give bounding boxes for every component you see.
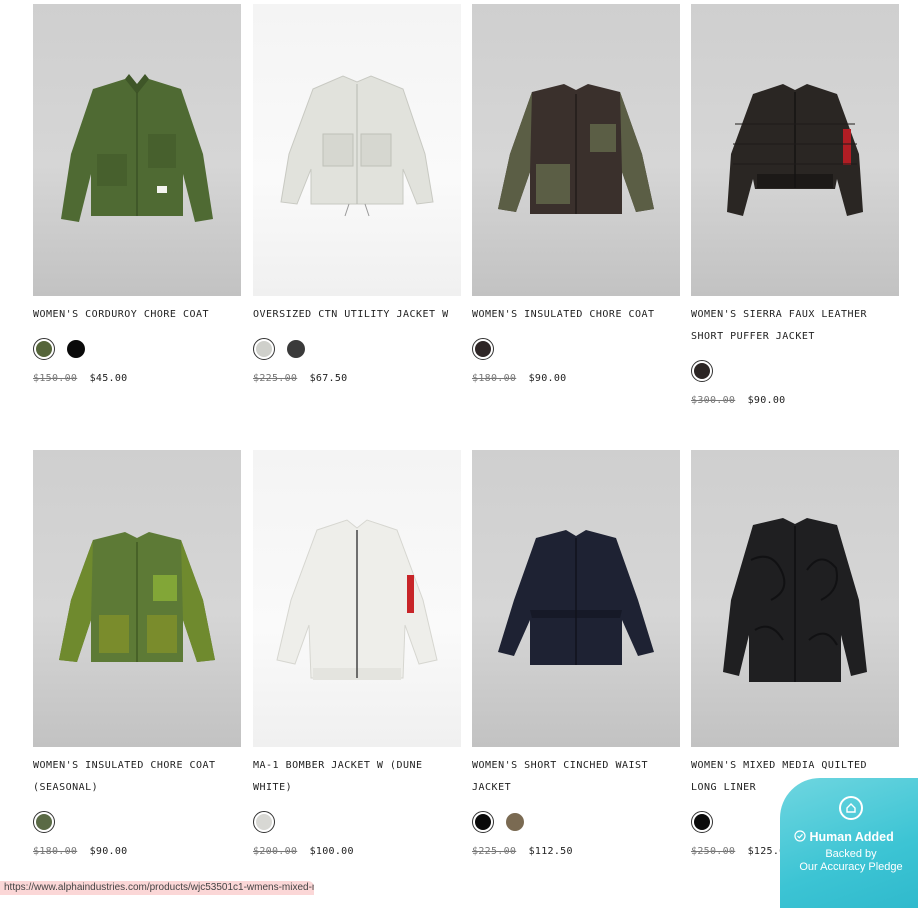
- product-title[interactable]: WOMEN'S SHORT CINCHED WAIST JACKET: [472, 755, 680, 799]
- jacket-illustration: [723, 518, 867, 682]
- product-image[interactable]: [253, 4, 461, 296]
- original-price: $225.00: [472, 846, 517, 857]
- original-price: $180.00: [472, 373, 517, 384]
- product-card[interactable]: WOMEN'S SHORT CINCHED WAIST JACKET $225.…: [472, 450, 680, 857]
- sale-price: $90.00: [528, 373, 567, 384]
- jacket-illustration: [59, 532, 215, 662]
- color-swatch-brown[interactable]: [506, 813, 524, 831]
- original-price: $180.00: [33, 846, 78, 857]
- product-title[interactable]: WOMEN'S SIERRA FAUX LEATHER SHORT PUFFER…: [691, 304, 899, 348]
- badge-title-text: Human Added: [809, 830, 894, 844]
- product-image[interactable]: [691, 450, 899, 747]
- product-price: $200.00 $100.00: [253, 846, 461, 857]
- product-title[interactable]: WOMEN'S INSULATED CHORE COAT: [472, 304, 680, 326]
- color-swatch-dune-white[interactable]: [253, 811, 275, 833]
- color-swatch-charcoal[interactable]: [287, 340, 305, 358]
- sale-price: $90.00: [89, 846, 128, 857]
- product-title[interactable]: MA-1 BOMBER JACKET W (DUNE WHITE): [253, 755, 461, 799]
- product-card[interactable]: WOMEN'S INSULATED CHORE COAT (SEASONAL) …: [33, 450, 241, 857]
- sale-price: $67.50: [309, 373, 348, 384]
- product-price: $150.00 $45.00: [33, 373, 241, 384]
- original-price: $225.00: [253, 373, 298, 384]
- color-swatch-olive[interactable]: [33, 811, 55, 833]
- color-swatches: [253, 337, 461, 361]
- product-price: $180.00 $90.00: [33, 846, 241, 857]
- product-image[interactable]: [33, 450, 241, 747]
- product-image[interactable]: [33, 4, 241, 296]
- original-price: $300.00: [691, 395, 736, 406]
- product-price: $225.00 $67.50: [253, 373, 461, 384]
- product-title[interactable]: WOMEN'S CORDUROY CHORE COAT: [33, 304, 241, 326]
- original-price: $200.00: [253, 846, 298, 857]
- jacket-illustration: [498, 530, 654, 665]
- product-price: $300.00 $90.00: [691, 395, 899, 406]
- jacket-illustration: [727, 84, 863, 216]
- home-icon: [839, 796, 863, 820]
- check-circle-icon: [794, 830, 809, 844]
- color-swatches: [472, 337, 680, 361]
- color-swatch-black[interactable]: [691, 360, 713, 382]
- jacket-illustration: [61, 74, 213, 222]
- jacket-illustration: [498, 84, 654, 214]
- color-swatch-black[interactable]: [67, 340, 85, 358]
- badge-subtitle-line1: Backed by: [825, 848, 877, 860]
- product-price: $225.00 $112.50: [472, 846, 680, 857]
- color-swatches: [253, 810, 461, 834]
- product-title[interactable]: OVERSIZED CTN UTILITY JACKET W: [253, 304, 461, 326]
- sale-price: $100.00: [309, 846, 354, 857]
- color-swatches: [691, 359, 899, 383]
- status-bar-url: https://www.alphaindustries.com/products…: [0, 881, 314, 895]
- product-card[interactable]: WOMEN'S INSULATED CHORE COAT $180.00 $90…: [472, 4, 680, 384]
- color-swatches: [33, 810, 241, 834]
- sale-price: $112.50: [528, 846, 573, 857]
- product-image[interactable]: [253, 450, 461, 747]
- product-image[interactable]: [472, 4, 680, 296]
- badge-subtitle-line2: Our Accuracy Pledge: [799, 861, 903, 873]
- color-swatch-black[interactable]: [472, 811, 494, 833]
- badge-subtitle: Backed by Our Accuracy Pledge: [780, 848, 918, 874]
- product-card[interactable]: MA-1 BOMBER JACKET W (DUNE WHITE) $200.0…: [253, 450, 461, 857]
- product-card[interactable]: WOMEN'S CORDUROY CHORE COAT $150.00 $45.…: [33, 4, 241, 384]
- color-swatch-stone[interactable]: [253, 338, 275, 360]
- accuracy-pledge-badge[interactable]: Human Added Backed by Our Accuracy Pledg…: [780, 778, 918, 908]
- color-swatch-olive[interactable]: [33, 338, 55, 360]
- product-title[interactable]: WOMEN'S INSULATED CHORE COAT (SEASONAL): [33, 755, 241, 799]
- color-swatches: [472, 810, 680, 834]
- jacket-illustration: [276, 519, 438, 680]
- color-swatches: [33, 337, 241, 361]
- product-price: $180.00 $90.00: [472, 373, 680, 384]
- color-swatch-black[interactable]: [691, 811, 713, 833]
- product-image[interactable]: [472, 450, 680, 747]
- original-price: $150.00: [33, 373, 78, 384]
- product-card[interactable]: WOMEN'S SIERRA FAUX LEATHER SHORT PUFFER…: [691, 4, 899, 406]
- product-card[interactable]: OVERSIZED CTN UTILITY JACKET W $225.00 $…: [253, 4, 461, 384]
- color-swatch-brown[interactable]: [472, 338, 494, 360]
- sale-price: $45.00: [89, 373, 128, 384]
- jacket-illustration: [280, 75, 434, 217]
- sale-price: $90.00: [747, 395, 786, 406]
- badge-title: Human Added: [794, 830, 894, 844]
- original-price: $250.00: [691, 846, 736, 857]
- product-image[interactable]: [691, 4, 899, 296]
